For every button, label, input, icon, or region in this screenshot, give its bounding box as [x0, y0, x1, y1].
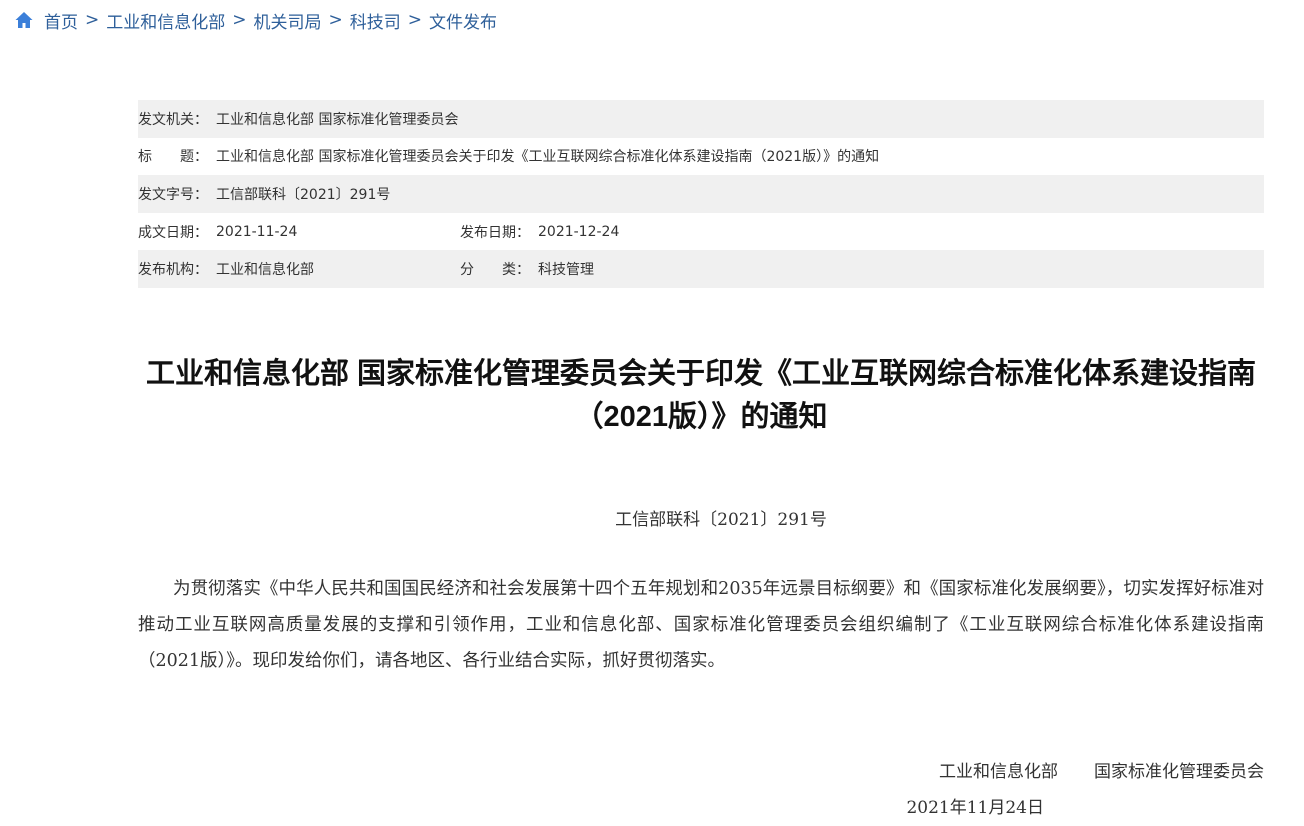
article-paragraph: 为贯彻落实《中华人民共和国国民经济和社会发展第十四个五年规划和2035年远景目标…	[138, 579, 1264, 671]
document-number: 工信部联科〔2021〕291号	[615, 510, 827, 530]
org-value: 工业和信息化部	[216, 262, 314, 279]
meta-row-org: 发布机构： 工业和信息化部 分 类： 科技管理	[138, 250, 1264, 288]
breadcrumb-home-link[interactable]: 首页	[44, 8, 78, 33]
breadcrumb-file-release-link[interactable]: 文件发布	[429, 8, 497, 33]
breadcrumb-tech-dept-link[interactable]: 科技司	[350, 8, 401, 33]
meta-row-issuer: 发文机关： 工业和信息化部 国家标准化管理委员会	[138, 100, 1264, 138]
published-date-value: 2021-12-24	[538, 223, 620, 240]
document-metadata-table: 发文机关： 工业和信息化部 国家标准化管理委员会 标 题： 工业和信息化部 国家…	[138, 100, 1264, 288]
page-title: 工业和信息化部 国家标准化管理委员会关于印发《工业互联网综合标准化体系建设指南（…	[145, 358, 1257, 434]
signer-sac: 国家标准化管理委员会	[1094, 762, 1264, 782]
meta-row-dates: 成文日期： 2021-11-24 发布日期： 2021-12-24	[138, 213, 1264, 251]
breadcrumb-miit-link[interactable]: 工业和信息化部	[106, 8, 225, 33]
home-icon[interactable]	[14, 10, 34, 30]
docno-value: 工信部联科〔2021〕291号	[216, 186, 391, 203]
published-date-cell: 发布日期： 2021-12-24	[460, 222, 619, 242]
written-date-label: 成文日期：	[138, 224, 208, 241]
title-label: 标 题：	[138, 149, 208, 166]
breadcrumb-separator: >	[407, 10, 422, 30]
org-label: 发布机构：	[138, 262, 208, 279]
signer-miit: 工业和信息化部	[939, 762, 1058, 782]
breadcrumb-separator: >	[328, 10, 343, 30]
breadcrumb: 首页 > 工业和信息化部 > 机关司局 > 科技司 > 文件发布	[14, 8, 497, 33]
breadcrumb-departments-link[interactable]: 机关司局	[254, 8, 322, 33]
docno-label: 发文字号：	[138, 186, 208, 203]
title-value: 工业和信息化部 国家标准化管理委员会关于印发《工业互联网综合标准化体系建设指南（…	[216, 149, 880, 166]
breadcrumb-separator: >	[85, 10, 100, 30]
published-date-label: 发布日期：	[460, 224, 530, 241]
written-date-cell: 成文日期： 2021-11-24	[138, 222, 460, 242]
meta-row-title: 标 题： 工业和信息化部 国家标准化管理委员会关于印发《工业互联网综合标准化体系…	[138, 138, 1264, 176]
issuer-label: 发文机关：	[138, 111, 208, 128]
category-label: 分 类：	[460, 262, 530, 279]
org-cell: 发布机构： 工业和信息化部	[138, 259, 460, 279]
issuer-value: 工业和信息化部 国家标准化管理委员会	[216, 111, 459, 128]
signature-block: 工业和信息化部 国家标准化管理委员会 2021年11月24日	[906, 754, 1264, 826]
written-date-value: 2021-11-24	[216, 223, 298, 240]
signature-date: 2021年11月24日	[906, 798, 1044, 818]
signers: 工业和信息化部 国家标准化管理委员会	[906, 754, 1264, 790]
meta-row-docno: 发文字号： 工信部联科〔2021〕291号	[138, 175, 1264, 213]
category-cell: 分 类： 科技管理	[460, 259, 594, 279]
category-value: 科技管理	[538, 262, 594, 279]
breadcrumb-separator: >	[232, 10, 247, 30]
